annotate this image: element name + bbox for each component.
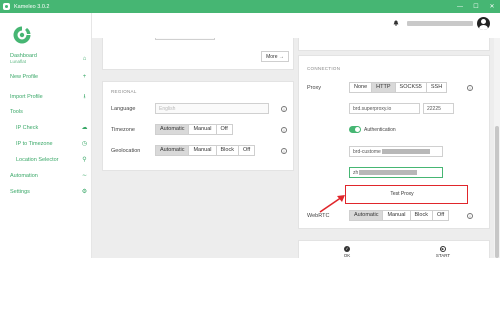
redacted-password	[359, 170, 418, 175]
proxy-type-segmented-control: None HTTP SOCKS5 SSH	[349, 82, 448, 93]
minimize-button[interactable]: —	[452, 0, 468, 13]
home-icon: ⌂	[82, 55, 87, 62]
sidebar-item-ip-to-timezone[interactable]: IP to Timezone ◷	[16, 140, 88, 148]
ok-button[interactable]: ✓ OK	[299, 241, 395, 258]
timezone-label: Timezone	[111, 127, 135, 133]
regional-card: REGIONAL Language English i Timezone Aut…	[102, 81, 294, 171]
webrtc-option-block[interactable]: Block	[411, 211, 433, 220]
more-button[interactable]: More →	[261, 51, 289, 62]
play-icon: ▶	[440, 246, 446, 252]
webrtc-option-automatic[interactable]: Automatic	[350, 211, 384, 220]
gear-icon: ⚙	[81, 189, 88, 195]
redacted-username	[381, 149, 430, 154]
sidebar-item-sublabel: Lunaflat	[10, 59, 27, 64]
info-icon[interactable]: i	[281, 148, 287, 154]
scrolled-input[interactable]	[155, 38, 215, 40]
sidebar-item-label: Settings	[10, 188, 30, 195]
proxy-option-socks5[interactable]: SOCKS5	[396, 83, 427, 92]
timezone-option-off[interactable]: Off	[217, 125, 232, 134]
proxy-option-ssh[interactable]: SSH	[427, 83, 446, 92]
info-icon[interactable]: i	[467, 213, 473, 219]
sidebar-item-label: Automation	[10, 172, 38, 179]
test-proxy-highlight	[345, 185, 468, 204]
geolocation-option-off[interactable]: Off	[239, 146, 254, 155]
proxy-option-none[interactable]: None	[350, 83, 373, 92]
avatar[interactable]	[477, 17, 490, 30]
proxy-port-value: 22225	[427, 105, 441, 112]
cloud-icon: ☁	[81, 125, 88, 131]
start-label: START	[435, 253, 451, 258]
proxy-username-input[interactable]: brd-custome	[349, 146, 443, 157]
window-title: Kameleo 3.0.2	[14, 3, 50, 10]
app-logo-icon	[3, 3, 10, 10]
geolocation-segmented-control: Automatic Manual Block Off	[155, 145, 256, 156]
proxy-host-input[interactable]: brd.superproxy.io	[349, 103, 420, 114]
geolocation-option-automatic[interactable]: Automatic	[156, 146, 190, 155]
sidebar-item-tools[interactable]: Tools	[10, 109, 88, 115]
proxy-password-input[interactable]: zh	[349, 167, 443, 178]
clock-icon: ◷	[81, 141, 88, 147]
annotation-arrow-icon	[319, 195, 345, 213]
sidebar-item-label: Tools	[10, 109, 23, 115]
sidebar-item-settings[interactable]: Settings ⚙	[10, 188, 88, 196]
profile-card-top: More →	[102, 38, 294, 70]
timezone-segmented-control: Automatic Manual Off	[155, 124, 233, 135]
proxy-port-input[interactable]: 22225	[423, 103, 454, 114]
proxy-label: Proxy	[307, 85, 322, 91]
info-icon[interactable]: i	[281, 106, 287, 112]
language-placeholder: English	[159, 105, 176, 112]
location-pin-icon: ⚲	[82, 157, 87, 163]
language-label: Language	[111, 106, 136, 112]
geolocation-option-manual[interactable]: Manual	[189, 146, 217, 155]
close-button[interactable]: ✕	[484, 0, 500, 13]
window-controls: — ☐ ✕	[452, 0, 500, 13]
plus-icon: +	[82, 74, 87, 80]
connection-card-top	[298, 38, 490, 51]
proxy-option-http[interactable]: HTTP	[372, 83, 396, 92]
sidebar: Dashboard Lunaflat ⌂ New Profile + Impor…	[0, 13, 92, 258]
scrollbar[interactable]	[494, 38, 500, 258]
timezone-option-manual[interactable]: Manual	[189, 125, 217, 134]
sidebar-item-label: IP to Timezone	[16, 140, 53, 147]
timezone-option-automatic[interactable]: Automatic	[156, 125, 190, 134]
maximize-button[interactable]: ☐	[468, 0, 484, 13]
sidebar-item-label: New Profile	[10, 74, 39, 80]
sidebar-item-label: Import Profile	[10, 94, 43, 100]
sidebar-item-label: Location Selector	[16, 156, 59, 163]
footer-actions: ✓ OK ▶ START	[298, 240, 490, 258]
geolocation-label: Geolocation	[111, 148, 141, 154]
info-icon[interactable]: i	[467, 85, 473, 91]
sidebar-item-location-selector[interactable]: Location Selector ⚲	[16, 156, 88, 164]
sidebar-item-new-profile[interactable]: New Profile +	[10, 74, 88, 80]
proxy-password-value: zh	[353, 169, 359, 176]
sidebar-item-ip-check[interactable]: IP Check ☁	[16, 124, 88, 132]
authentication-toggle[interactable]	[349, 126, 361, 133]
scrollbar-thumb[interactable]	[495, 126, 499, 258]
proxy-username-value: brd-custome	[353, 148, 381, 155]
regional-section-title: REGIONAL	[111, 89, 137, 94]
geolocation-option-block[interactable]: Block	[217, 146, 239, 155]
authentication-label: Authentication	[364, 127, 396, 133]
info-icon[interactable]: i	[281, 127, 287, 133]
user-name-redacted	[407, 21, 473, 26]
bell-icon[interactable]	[393, 20, 399, 26]
language-input[interactable]: English	[155, 103, 269, 114]
automation-icon: ∼	[81, 173, 88, 179]
sidebar-item-dashboard[interactable]: Dashboard Lunaflat ⌂	[10, 53, 88, 64]
webrtc-option-off[interactable]: Off	[433, 211, 448, 220]
main-content: More → REGIONAL Language English i Timez…	[92, 38, 500, 258]
kameleo-logo-icon	[13, 26, 31, 44]
ok-label: OK	[343, 253, 351, 258]
check-icon: ✓	[344, 246, 350, 252]
connection-section-title: CONNECTION	[307, 66, 341, 71]
webrtc-option-manual[interactable]: Manual	[383, 211, 411, 220]
start-button[interactable]: ▶ START	[395, 241, 491, 258]
sidebar-item-automation[interactable]: Automation ∼	[10, 172, 88, 180]
proxy-host-value: brd.superproxy.io	[353, 105, 392, 112]
import-icon: ⭳	[83, 94, 86, 100]
title-bar: Kameleo 3.0.2 — ☐ ✕	[0, 0, 500, 13]
sidebar-item-label: IP Check	[16, 124, 39, 131]
webrtc-segmented-control: Automatic Manual Block Off	[349, 210, 450, 221]
sidebar-item-import-profile[interactable]: Import Profile ⭳	[10, 92, 88, 102]
